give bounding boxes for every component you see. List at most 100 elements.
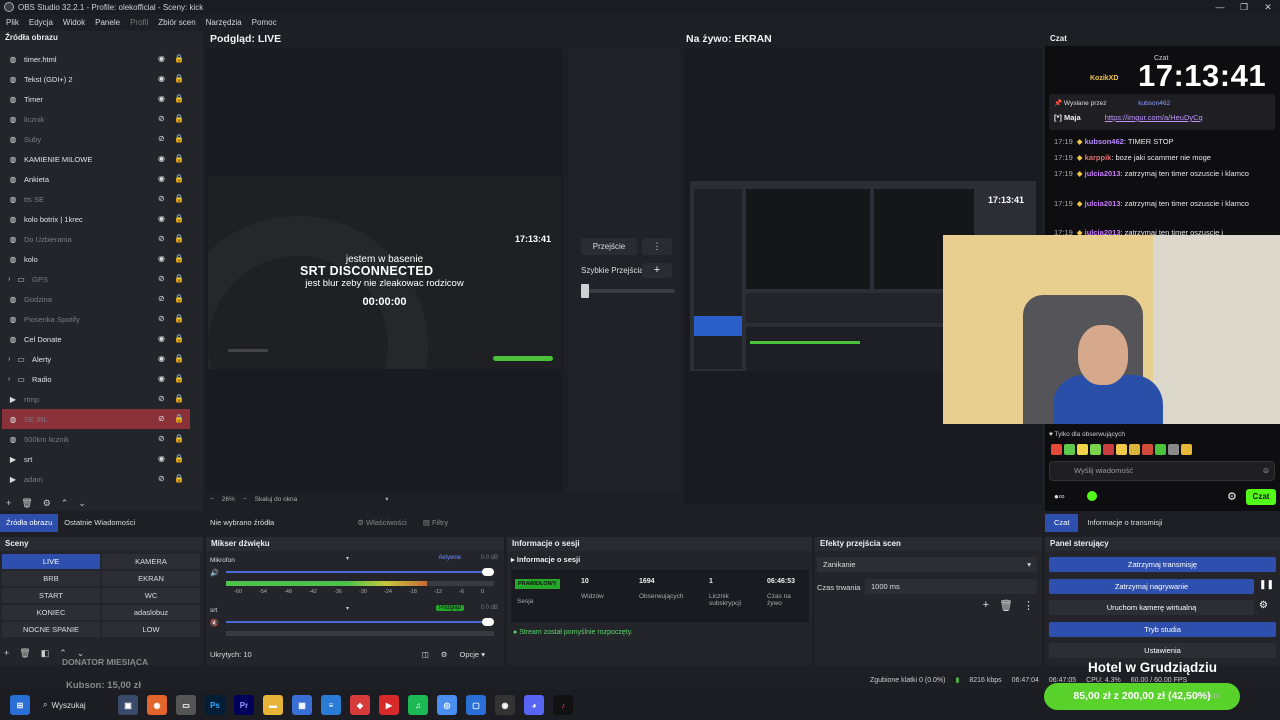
emote-11[interactable] xyxy=(1181,444,1192,455)
tiktok-icon[interactable]: ♪ xyxy=(553,695,573,715)
pinned-link[interactable]: https://imgur.com/a/HeuDyCq xyxy=(1105,113,1203,122)
source-item[interactable]: ◍ licznik ⊘ 🔒 xyxy=(2,109,190,129)
eye-icon[interactable]: ◉ xyxy=(158,214,168,224)
emote-bar[interactable] xyxy=(1051,444,1192,455)
scene-ekran[interactable]: EKRAN xyxy=(102,571,200,586)
eye-icon[interactable]: ◉ xyxy=(158,94,168,104)
files-icon[interactable]: ▭ xyxy=(176,695,196,715)
stop-recording-button[interactable]: Zatrzymaj nagrywanie xyxy=(1049,579,1254,594)
expand-icon[interactable]: › xyxy=(8,276,16,283)
eye-hidden-icon[interactable]: ⊘ xyxy=(158,314,168,324)
kick-points-icon[interactable]: ●∞ xyxy=(1054,492,1065,501)
expand-icon[interactable]: › xyxy=(8,356,16,363)
lock-icon[interactable]: 🔒 xyxy=(174,214,184,224)
mic-speaker-icon[interactable]: 🔊 xyxy=(210,569,219,577)
app-icon-2[interactable]: ≡ xyxy=(321,695,341,715)
chat-user[interactable]: kubson462 xyxy=(1085,137,1124,146)
eye-hidden-icon[interactable]: ⊘ xyxy=(158,414,168,424)
source-settings-icon[interactable]: ⚙ xyxy=(43,498,51,509)
menu-profil[interactable]: Profil xyxy=(130,18,148,27)
emote-3[interactable] xyxy=(1077,444,1088,455)
lock-icon[interactable]: 🔒 xyxy=(174,134,184,144)
youtube-icon[interactable]: ▶ xyxy=(379,695,399,715)
source-item[interactable]: ◍ kolo ◉ 🔒 xyxy=(2,249,190,269)
tbar-track[interactable] xyxy=(581,289,675,293)
tab-recent-messages[interactable]: Ostatnie Wiadomości xyxy=(58,514,141,532)
scene-nocne-spanie[interactable]: NOCNE SPANIE xyxy=(2,622,100,637)
lock-icon[interactable]: 🔒 xyxy=(174,294,184,304)
app-icon-4[interactable]: ▢ xyxy=(466,695,486,715)
stop-stream-button[interactable]: Zatrzymaj transmisję xyxy=(1049,557,1276,572)
eye-icon[interactable]: ◉ xyxy=(158,254,168,264)
emote-7[interactable] xyxy=(1129,444,1140,455)
lock-icon[interactable]: 🔒 xyxy=(174,94,184,104)
eye-hidden-icon[interactable]: ⊘ xyxy=(158,234,168,244)
transition-button[interactable]: Przejście xyxy=(581,238,637,255)
eye-hidden-icon[interactable]: ⊘ xyxy=(158,474,168,484)
eye-icon[interactable]: ◉ xyxy=(158,174,168,184)
calculator-icon[interactable]: ▦ xyxy=(292,695,312,715)
transition-type-select[interactable]: Zanikanie ▾ xyxy=(817,557,1037,572)
transition-more-icon[interactable]: ⋮ xyxy=(642,238,672,255)
menu-widok[interactable]: Widok xyxy=(63,18,85,27)
eye-icon[interactable]: ◉ xyxy=(158,74,168,84)
move-down-icon[interactable]: ⌄ xyxy=(78,498,86,509)
duration-input[interactable]: 1000 ms xyxy=(865,579,1037,594)
lock-icon[interactable]: 🔒 xyxy=(174,454,184,464)
lock-icon[interactable]: 🔒 xyxy=(174,234,184,244)
add-scene-icon[interactable]: + xyxy=(4,648,9,659)
emote-8[interactable] xyxy=(1142,444,1153,455)
tbar-handle[interactable] xyxy=(581,284,589,298)
source-item[interactable]: ◍ Suby ⊘ 🔒 xyxy=(2,129,190,149)
source-item[interactable]: › ▭ GPS ⊘ 🔒 xyxy=(2,269,190,289)
eye-icon[interactable]: ◉ xyxy=(158,334,168,344)
lock-icon[interactable]: 🔒 xyxy=(174,54,184,64)
explorer-icon[interactable]: ▬ xyxy=(263,695,283,715)
source-item[interactable]: ◍ tts SE ⊘ 🔒 xyxy=(2,189,190,209)
scene-brb[interactable]: BRB xyxy=(2,571,100,586)
mixer-advanced-icon[interactable]: ⚙ xyxy=(441,650,448,659)
eye-hidden-icon[interactable]: ⊘ xyxy=(158,114,168,124)
menu-zbior-scen[interactable]: Zbiór scen xyxy=(158,18,195,27)
eye-icon[interactable]: ◉ xyxy=(158,454,168,464)
menu-narzedzia[interactable]: Narzędzia xyxy=(206,18,242,27)
eye-icon[interactable]: ◉ xyxy=(158,154,168,164)
maximize-button[interactable]: ❐ xyxy=(1232,0,1256,14)
lock-icon[interactable]: 🔒 xyxy=(174,374,184,384)
eye-hidden-icon[interactable]: ⊘ xyxy=(158,194,168,204)
srt-dropdown-icon[interactable]: ▾ xyxy=(346,605,349,612)
source-item[interactable]: ◍ KAMIENIE MILOWE ◉ 🔒 xyxy=(2,149,190,169)
eye-hidden-icon[interactable]: ⊘ xyxy=(158,394,168,404)
lock-icon[interactable]: 🔒 xyxy=(174,394,184,404)
scene-low[interactable]: LOW xyxy=(102,622,200,637)
source-item[interactable]: ▶ srt ◉ 🔒 xyxy=(2,449,190,469)
minimize-button[interactable]: — xyxy=(1208,0,1232,14)
lock-icon[interactable]: 🔒 xyxy=(174,474,184,484)
menu-panele[interactable]: Panele xyxy=(95,18,120,27)
source-item[interactable]: ◍ timer.html ◉ 🔒 xyxy=(2,49,190,69)
lock-icon[interactable]: 🔒 xyxy=(174,334,184,344)
windows-start-icon[interactable]: ⊞ xyxy=(10,695,30,715)
mixer-options-button[interactable]: Opcje ▾ xyxy=(460,650,485,659)
close-button[interactable]: ✕ xyxy=(1256,0,1280,14)
source-item[interactable]: ▶ adam ⊘ 🔒 xyxy=(2,469,190,489)
photoshop-icon[interactable]: Ps xyxy=(205,695,225,715)
eye-hidden-icon[interactable]: ⊘ xyxy=(158,434,168,444)
chat-user[interactable]: julcia2013 xyxy=(1085,169,1121,178)
eye-icon[interactable]: ◉ xyxy=(158,354,168,364)
mic-dropdown-icon[interactable]: ▾ xyxy=(346,555,349,562)
mic-volume-knob[interactable] xyxy=(482,568,494,576)
scene-filter-icon[interactable]: ◧ xyxy=(41,648,50,659)
emote-4[interactable] xyxy=(1090,444,1101,455)
taskbar-search[interactable]: ⌕ Wyszukaj xyxy=(39,695,109,715)
eye-icon[interactable]: ◉ xyxy=(158,374,168,384)
srt-muted-icon[interactable]: 🔇 xyxy=(210,619,219,627)
source-item[interactable]: ◍ Cel Donate ◉ 🔒 xyxy=(2,329,190,349)
lock-icon[interactable]: 🔒 xyxy=(174,274,184,284)
expand-icon[interactable]: › xyxy=(8,376,16,383)
menu-pomoc[interactable]: Pomoc xyxy=(252,18,277,27)
emote-6[interactable] xyxy=(1116,444,1127,455)
transition-menu-icon[interactable]: ⋮ xyxy=(1023,599,1034,612)
mixer-layout-icon[interactable]: ◫ xyxy=(422,650,429,659)
lock-icon[interactable]: 🔒 xyxy=(174,354,184,364)
